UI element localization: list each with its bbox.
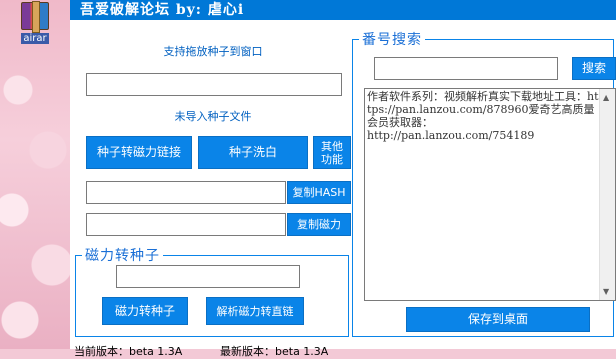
- torrent-to-magnet-button[interactable]: 种子转磁力链接: [86, 136, 192, 169]
- code-search-input[interactable]: [374, 57, 558, 80]
- torrent-clean-button[interactable]: 种子洗白: [198, 136, 308, 169]
- winrar-icon: [21, 1, 49, 33]
- desktop-icon-label: airar: [21, 33, 49, 44]
- desktop-icon-airar[interactable]: airar: [18, 1, 52, 44]
- result-textarea[interactable]: 作者软件系列：视频解析真实下载地址工具：https://pan.lanzou.c…: [364, 88, 616, 301]
- latest-version-label: 最新版本：beta 1.3A: [220, 345, 329, 358]
- textarea-scrollbar[interactable]: ▲ ▼: [599, 89, 615, 300]
- save-to-desktop-button[interactable]: 保存到桌面: [406, 307, 590, 332]
- torrent-drop-field[interactable]: [86, 73, 342, 96]
- window-title: 吾爱破解论坛 by: 虐心i: [80, 2, 245, 18]
- copy-hash-button[interactable]: 复制HASH: [287, 181, 351, 204]
- desktop-background: airar: [0, 0, 70, 349]
- window-body: 支持拖放种子到窗口 未导入种子文件 种子转磁力链接 种子洗白 其他功能 复制HA…: [70, 20, 616, 358]
- copy-magnet-button[interactable]: 复制磁力: [287, 213, 351, 236]
- hash-field[interactable]: [86, 181, 286, 204]
- magnet-field[interactable]: [86, 213, 286, 236]
- current-version-label: 当前版本：beta 1.3A: [74, 345, 183, 358]
- search-group-legend: 番号搜索: [362, 32, 422, 48]
- parse-magnet-button[interactable]: 解析磁力转直链: [206, 297, 304, 325]
- magnet-input[interactable]: [116, 265, 300, 288]
- magnet-to-torrent-button[interactable]: 磁力转种子: [102, 297, 188, 325]
- drag-hint-label: 支持拖放种子到窗口: [163, 45, 263, 58]
- app-window: 吾爱破解论坛 by: 虐心i 支持拖放种子到窗口 未导入种子文件 种子转磁力链接…: [70, 0, 616, 358]
- scroll-up-icon[interactable]: ▲: [603, 91, 609, 104]
- scroll-down-icon[interactable]: ▼: [603, 285, 609, 298]
- magnet-group-legend: 磁力转种子: [85, 248, 160, 264]
- other-functions-button[interactable]: 其他功能: [313, 136, 351, 169]
- result-text: 作者软件系列：视频解析真实下载地址工具：https://pan.lanzou.c…: [367, 90, 599, 142]
- title-bar[interactable]: 吾爱破解论坛 by: 虐心i: [70, 0, 616, 20]
- search-button[interactable]: 搜索: [572, 57, 616, 80]
- import-status-label: 未导入种子文件: [174, 110, 252, 123]
